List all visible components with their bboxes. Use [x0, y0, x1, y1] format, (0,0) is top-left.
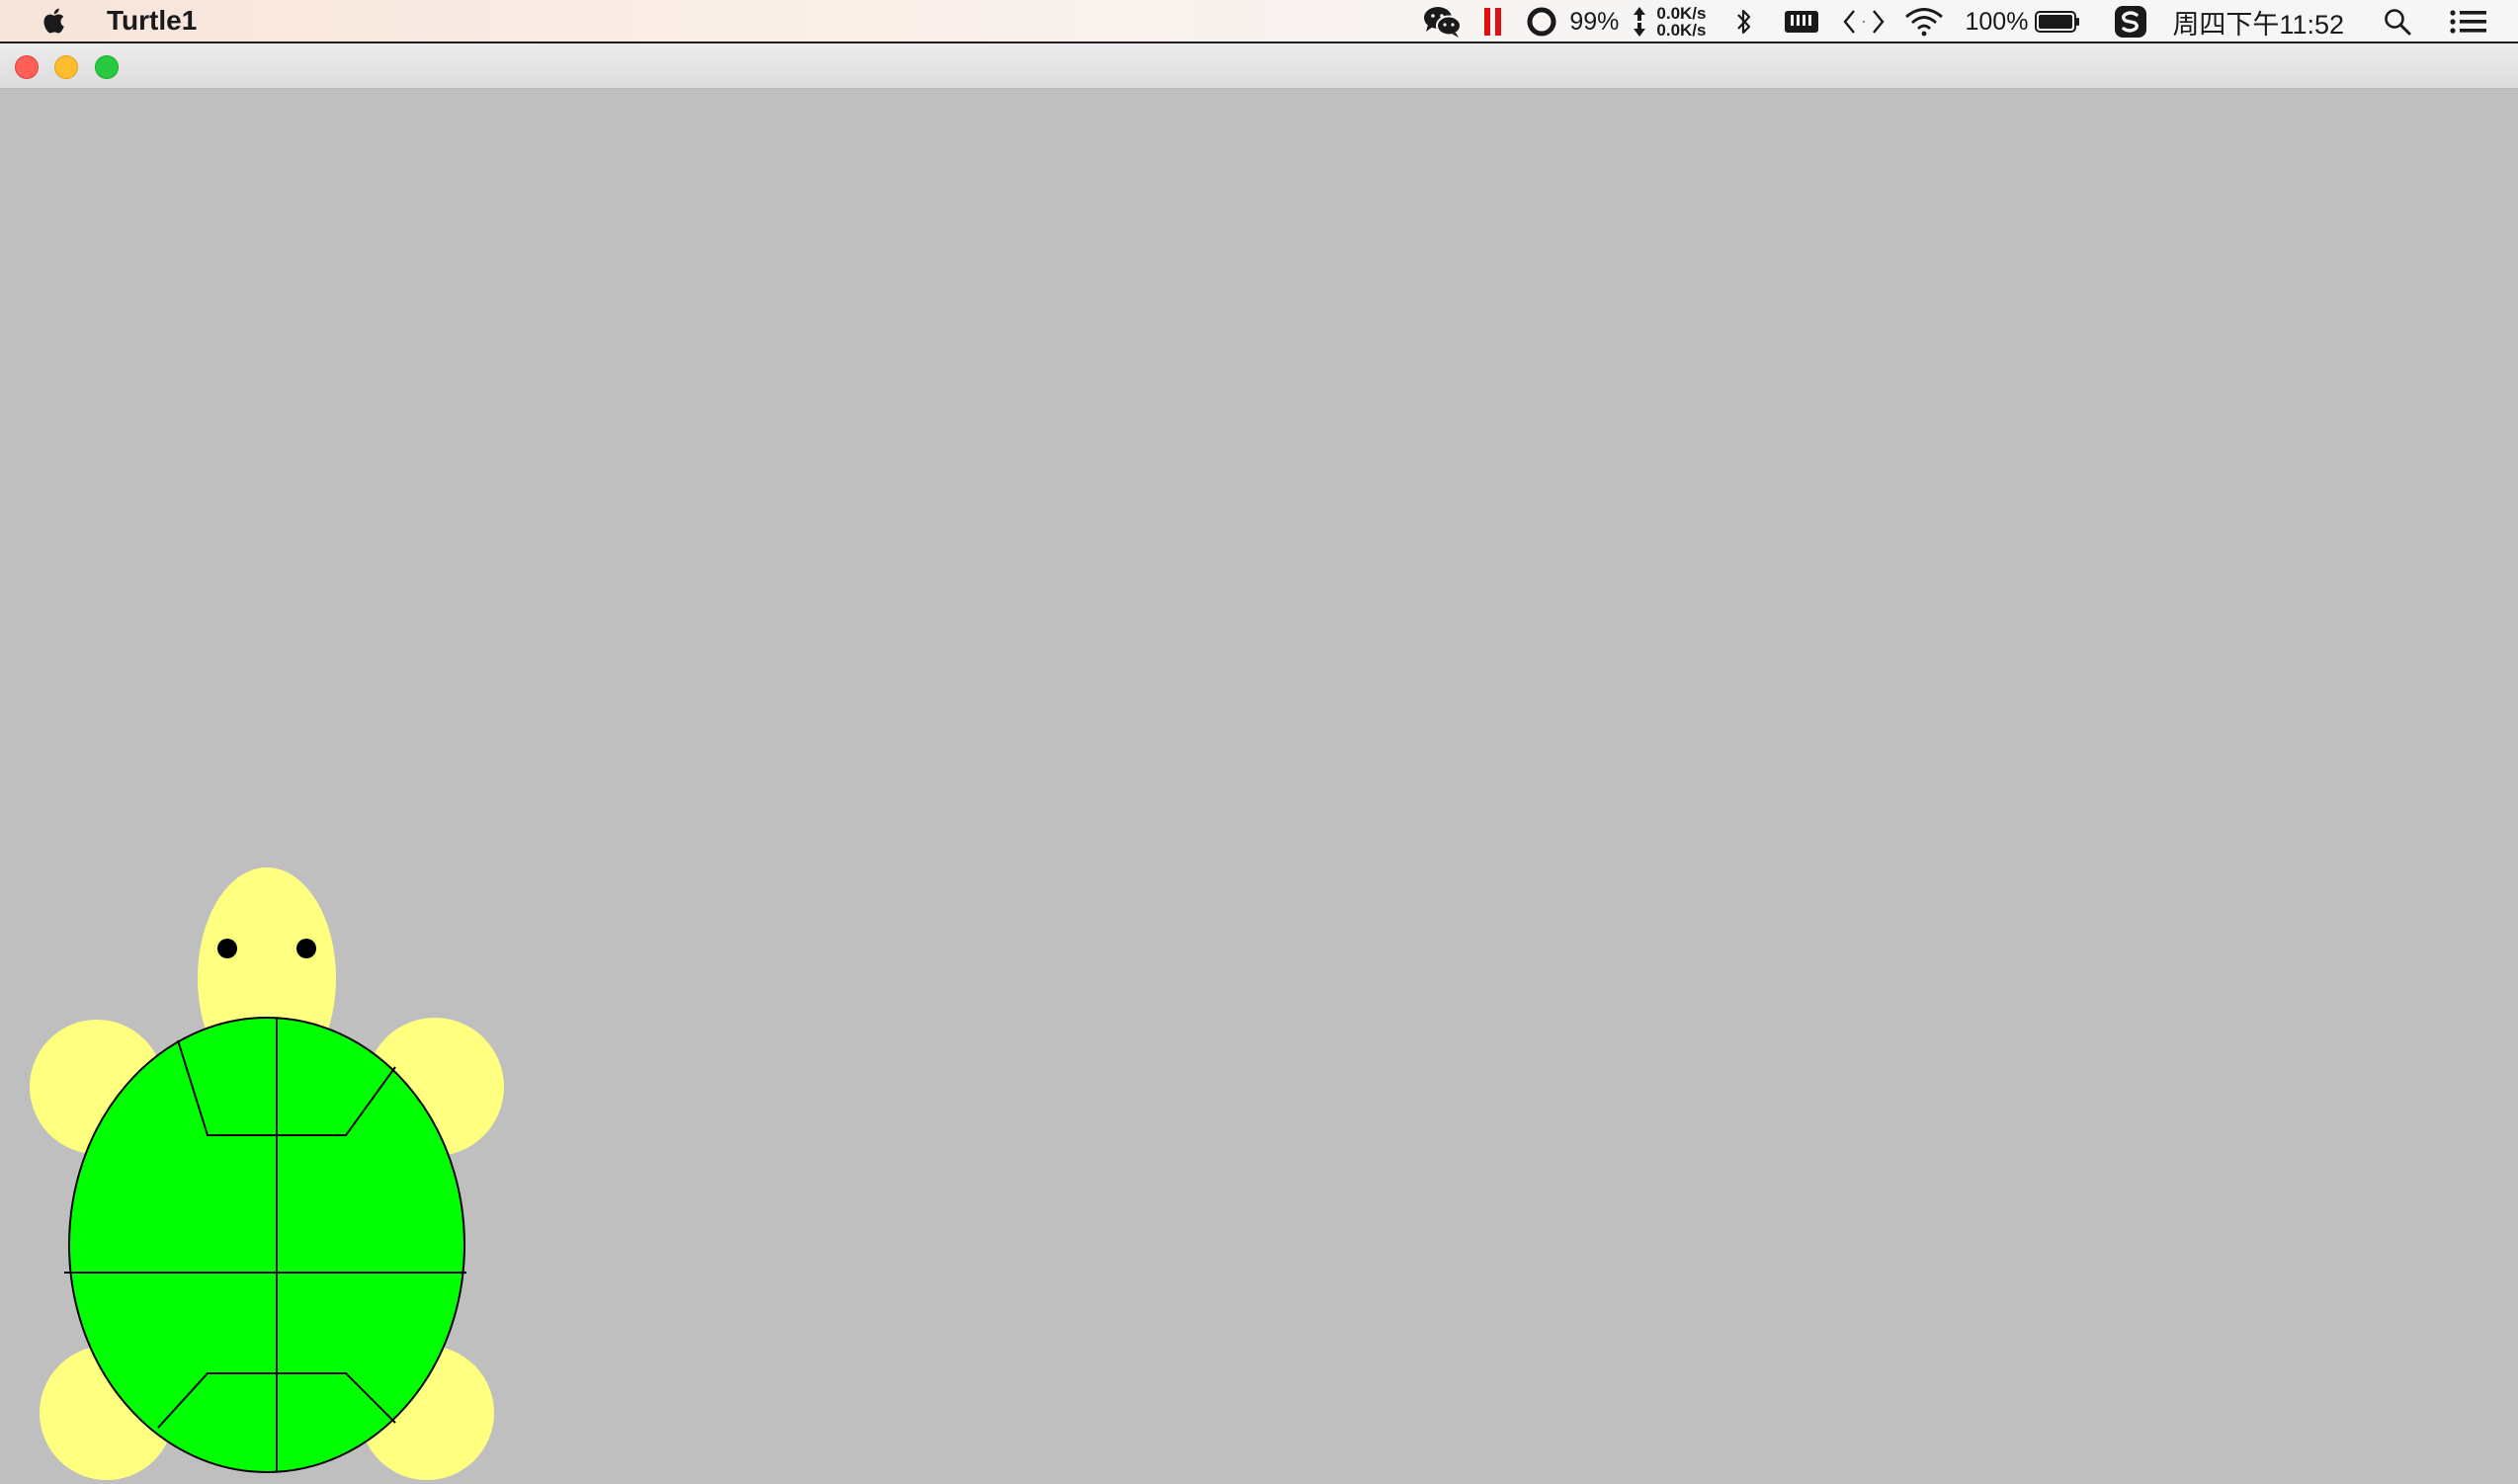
pause-icon[interactable] [1480, 6, 1506, 38]
sogou-input-icon[interactable] [2113, 5, 2148, 39]
code-icon[interactable] [1842, 7, 1886, 37]
memory-icon[interactable] [1783, 8, 1820, 36]
net-down-speed: 0.0K/s [1656, 21, 1707, 40]
window-titlebar[interactable] [0, 43, 2518, 89]
notification-center-icon[interactable] [2449, 8, 2488, 36]
bluetooth-icon[interactable] [1733, 6, 1755, 38]
battery-percent[interactable]: 100% [1965, 8, 2028, 37]
turtle-right-eye [296, 939, 316, 958]
menu-bar: Turtle1 99% 0.0K/s 0.0K/s 100% 周四下午11:52 [0, 0, 2518, 43]
turtle-left-eye [217, 939, 237, 958]
apple-icon[interactable] [42, 6, 69, 36]
minimize-window-button[interactable] [54, 55, 78, 79]
record-icon[interactable] [1526, 6, 1557, 38]
turtle-drawing [30, 867, 504, 1480]
turtle-canvas[interactable] [0, 89, 2518, 1484]
wifi-icon[interactable] [1903, 6, 1945, 38]
status-area: 99% 0.0K/s 0.0K/s 100% 周四下午11:52 [1421, 0, 2518, 43]
battery-icon[interactable] [2034, 9, 2081, 35]
turtle-shell [68, 1017, 465, 1473]
zoom-window-button[interactable] [95, 55, 119, 79]
net-up-speed: 0.0K/s [1656, 4, 1707, 23]
network-arrows-icon [1631, 6, 1648, 38]
close-window-button[interactable] [15, 55, 39, 79]
cpu-percent[interactable]: 99% [1569, 8, 1619, 37]
network-speed[interactable]: 0.0K/s 0.0K/s [1656, 5, 1706, 39]
clock[interactable]: 周四下午11:52 [2172, 3, 2344, 41]
app-name-menu[interactable]: Turtle1 [107, 5, 197, 37]
wechat-icon[interactable] [1421, 5, 1465, 39]
spotlight-search-icon[interactable] [2382, 7, 2413, 37]
